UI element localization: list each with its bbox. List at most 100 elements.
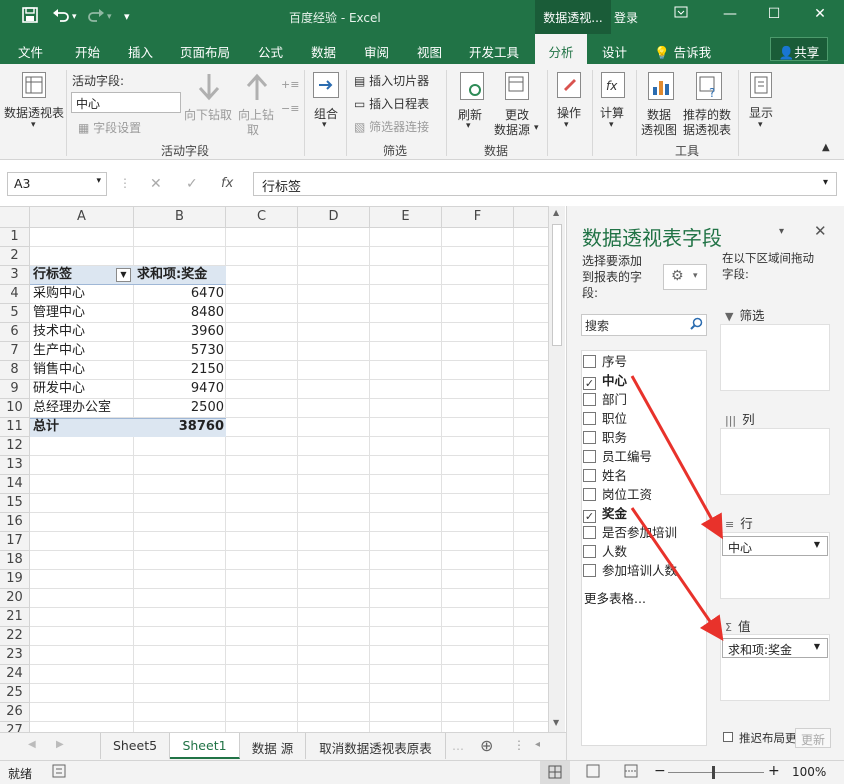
checkbox-icon[interactable] xyxy=(583,393,596,406)
checkbox-icon[interactable] xyxy=(583,412,596,425)
row-header[interactable]: 26 xyxy=(0,703,30,722)
refresh-icon[interactable] xyxy=(460,72,484,100)
checkbox-icon[interactable] xyxy=(583,431,596,444)
checkbox-icon[interactable] xyxy=(583,545,596,558)
actions-dropdown-icon[interactable]: ▾ xyxy=(564,120,569,130)
show-dropdown-icon[interactable]: ▾ xyxy=(758,120,763,130)
scroll-down-icon[interactable]: ▼ xyxy=(553,718,559,727)
share-button[interactable]: 👤共享 xyxy=(770,37,828,61)
worksheet-grid[interactable]: A B C D E F 1 2 3 4 5 6 7 8 9 10 11 12 13 14 15 16 17 18 1… xyxy=(0,206,548,732)
save-icon[interactable] xyxy=(22,7,38,27)
active-field-input[interactable]: 中心 xyxy=(71,92,181,113)
collapse-ribbon-icon[interactable]: ▲ xyxy=(822,142,830,153)
calculations-button[interactable]: 计算 xyxy=(600,104,624,121)
field-item[interactable]: ✓ 奖金 xyxy=(583,503,627,523)
more-tables-link[interactable]: 更多表格... xyxy=(584,588,646,607)
pivot-total-value[interactable]: 38760 xyxy=(134,418,226,437)
zoom-level[interactable]: 100% xyxy=(792,765,826,779)
row-header[interactable]: 6 xyxy=(0,323,30,342)
area-columns-box[interactable] xyxy=(720,428,830,495)
row-header[interactable]: 8 xyxy=(0,361,30,380)
normal-view-icon[interactable] xyxy=(540,761,570,784)
tell-me[interactable]: 💡 告诉我 xyxy=(654,42,711,61)
prev-sheet-icon[interactable]: ◀ xyxy=(28,739,36,750)
collapse-field-icon[interactable]: −≡ xyxy=(281,102,299,115)
minimize-icon[interactable]: — xyxy=(718,6,742,22)
enter-icon[interactable]: ✓ xyxy=(186,176,198,192)
checkbox-icon[interactable] xyxy=(583,450,596,463)
login-link[interactable]: 登录 xyxy=(614,9,638,26)
row-header[interactable]: 7 xyxy=(0,342,30,361)
actions-button[interactable]: 操作 xyxy=(557,104,581,121)
expand-field-icon[interactable]: +≡ xyxy=(281,78,299,91)
tab-view[interactable]: 视图 xyxy=(417,42,442,61)
macro-record-icon[interactable] xyxy=(52,764,66,781)
tab-analyze[interactable]: 分析 xyxy=(535,34,587,64)
insert-function-icon[interactable]: fx xyxy=(221,176,233,191)
row-header[interactable]: 17 xyxy=(0,532,30,551)
pivot-row-label[interactable]: 生产中心 xyxy=(30,342,134,361)
tab-developer[interactable]: 开发工具 xyxy=(469,42,519,61)
refresh-dropdown-icon[interactable]: ▾ xyxy=(466,121,471,131)
checkbox-icon[interactable] xyxy=(583,488,596,501)
field-item[interactable]: 参加培训人数 xyxy=(583,560,677,578)
pivot-row-value[interactable]: 8480 xyxy=(134,304,226,323)
defer-update-checkbox[interactable] xyxy=(723,732,733,742)
column-header-d[interactable]: D xyxy=(298,207,370,228)
search-icon[interactable] xyxy=(690,317,703,334)
update-button[interactable]: 更新 xyxy=(795,728,831,748)
field-item[interactable]: 是否参加培训 xyxy=(583,522,677,540)
pane-close-icon[interactable]: ✕ xyxy=(814,222,827,240)
more-sheets-icon[interactable]: … xyxy=(452,739,464,753)
close-icon[interactable]: ✕ xyxy=(808,6,832,22)
filter-connections-button[interactable]: ▧ 筛选器连接 xyxy=(354,118,429,135)
sheet-tab-sheet5[interactable]: Sheet5 xyxy=(100,733,170,759)
checkbox-icon[interactable] xyxy=(583,469,596,482)
row-header[interactable]: 5 xyxy=(0,304,30,323)
undo-dropdown-icon[interactable]: ▾ xyxy=(72,12,77,22)
tab-formulas[interactable]: 公式 xyxy=(258,42,283,61)
calculations-dropdown-icon[interactable]: ▾ xyxy=(609,120,614,130)
change-source-icon[interactable] xyxy=(505,72,529,100)
row-labels-filter-icon[interactable]: ▼ xyxy=(116,268,131,282)
row-header[interactable]: 21 xyxy=(0,608,30,627)
field-item[interactable]: 员工编号 xyxy=(583,446,652,464)
row-header[interactable]: 2 xyxy=(0,247,30,266)
column-header-f[interactable]: F xyxy=(442,207,514,228)
row-header[interactable]: 9 xyxy=(0,380,30,399)
row-header[interactable]: 12 xyxy=(0,437,30,456)
pivottable-button[interactable]: 数据透视表 xyxy=(4,104,64,121)
next-sheet-icon[interactable]: ▶ xyxy=(56,739,64,750)
pivot-value-header[interactable]: 求和项:奖金 xyxy=(134,266,226,285)
row-header[interactable]: 1 xyxy=(0,228,30,247)
maximize-icon[interactable]: ☐ xyxy=(762,6,786,22)
values-field-item[interactable]: 求和项:奖金 ▼ xyxy=(722,638,828,658)
pane-layout-button[interactable]: ⚙ ▾ xyxy=(663,264,707,290)
show-icon[interactable] xyxy=(750,72,772,98)
new-sheet-icon[interactable]: ⊕ xyxy=(480,736,493,755)
field-item[interactable]: 序号 xyxy=(583,351,627,369)
pivot-row-value[interactable]: 6470 xyxy=(134,285,226,304)
sheet-tab-original[interactable]: 取消数据透视表原表 xyxy=(306,733,446,759)
group-icon[interactable] xyxy=(313,72,339,98)
pivot-row-value[interactable]: 2150 xyxy=(134,361,226,380)
pivot-row-label[interactable]: 销售中心 xyxy=(30,361,134,380)
row-header[interactable]: 4 xyxy=(0,285,30,304)
tab-review[interactable]: 审阅 xyxy=(364,42,389,61)
page-layout-view-icon[interactable] xyxy=(586,764,600,781)
row-header[interactable]: 20 xyxy=(0,589,30,608)
cancel-icon[interactable]: ✕ xyxy=(150,176,162,192)
area-filters-box[interactable] xyxy=(720,324,830,391)
field-settings-button[interactable]: ▦ 字段设置 xyxy=(78,119,141,136)
pivot-row-label[interactable]: 采购中心 xyxy=(30,285,134,304)
row-header[interactable]: 18 xyxy=(0,551,30,570)
zoom-out-icon[interactable]: − xyxy=(654,763,666,779)
pivotchart-icon[interactable] xyxy=(648,72,674,100)
pivottable-icon[interactable] xyxy=(22,72,46,98)
row-header[interactable]: 16 xyxy=(0,513,30,532)
field-item[interactable]: 职务 xyxy=(583,427,627,445)
customize-qat-icon[interactable]: ▾ xyxy=(124,10,130,23)
zoom-slider[interactable] xyxy=(668,772,764,773)
tab-design[interactable]: 设计 xyxy=(602,42,627,61)
recommended-pivot-icon[interactable]: ? xyxy=(696,72,722,100)
